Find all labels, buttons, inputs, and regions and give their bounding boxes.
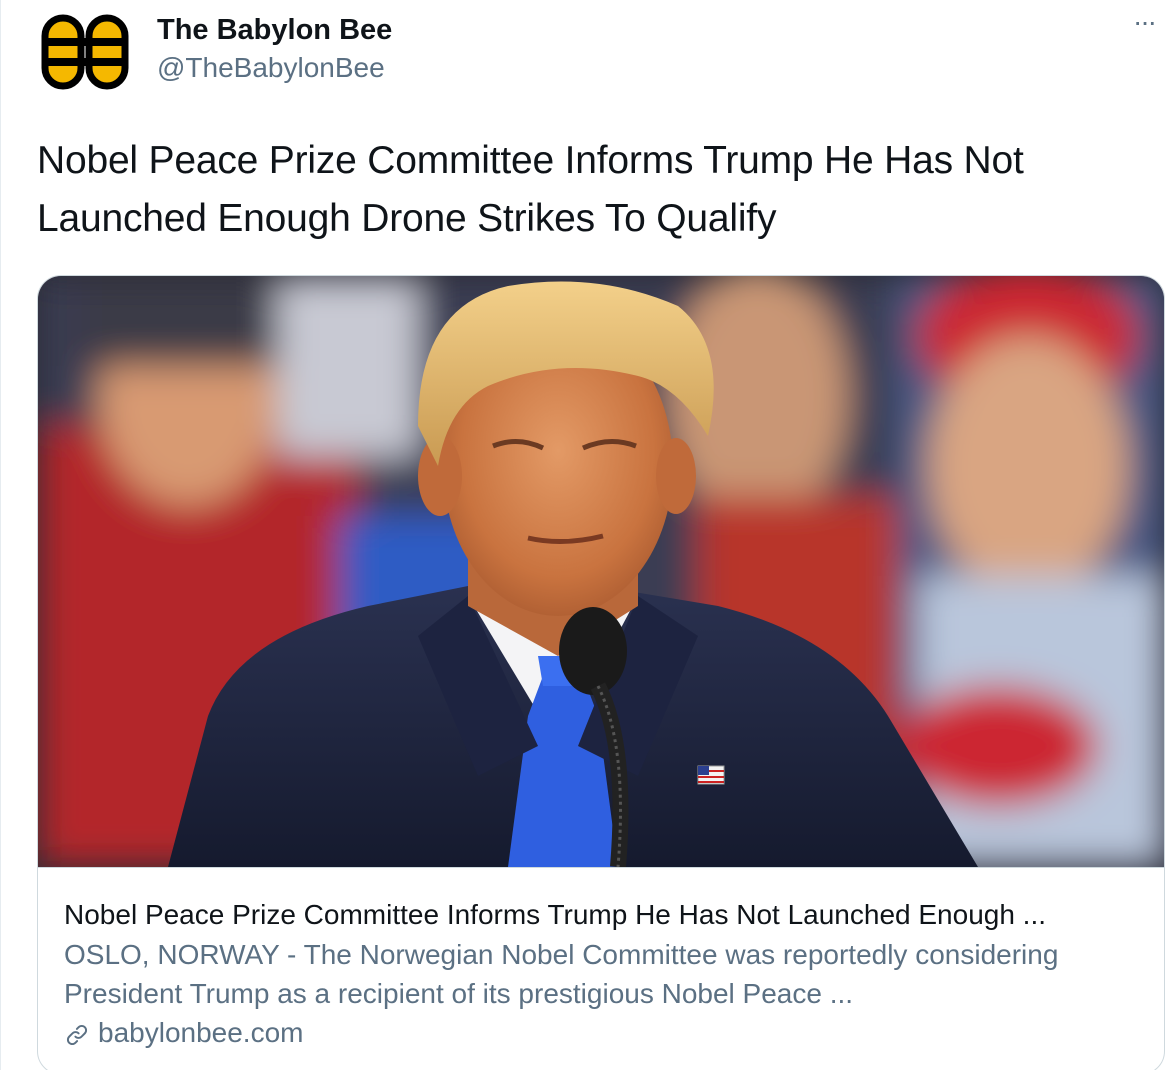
more-options-icon[interactable]: ··· [1124, 8, 1164, 50]
babylon-bee-logo-icon [41, 14, 129, 90]
author-avatar[interactable] [37, 4, 133, 100]
card-domain-text: babylonbee.com [98, 1017, 304, 1048]
tweet-text: Nobel Peace Prize Committee Informs Trum… [37, 139, 1024, 240]
card-description: OSLO, NORWAY - The Norwegian Nobel Commi… [64, 939, 1059, 1009]
tweet[interactable]: The Babylon Bee @TheBabylonBee ··· Nobel… [0, 0, 1170, 1070]
card-image[interactable] [38, 276, 1164, 868]
link-preview-card[interactable]: Nobel Peace Prize Committee Informs Trum… [37, 275, 1165, 1070]
card-body: Nobel Peace Prize Committee Informs Trum… [64, 896, 1144, 1052]
author-name[interactable]: The Babylon Bee [157, 12, 392, 48]
author-handle[interactable]: @TheBabylonBee [157, 51, 385, 85]
news-photo [38, 276, 1164, 867]
card-domain: babylonbee.com [64, 1014, 1144, 1052]
card-title: Nobel Peace Prize Committee Informs Trum… [64, 899, 1047, 930]
link-icon [64, 1020, 90, 1046]
